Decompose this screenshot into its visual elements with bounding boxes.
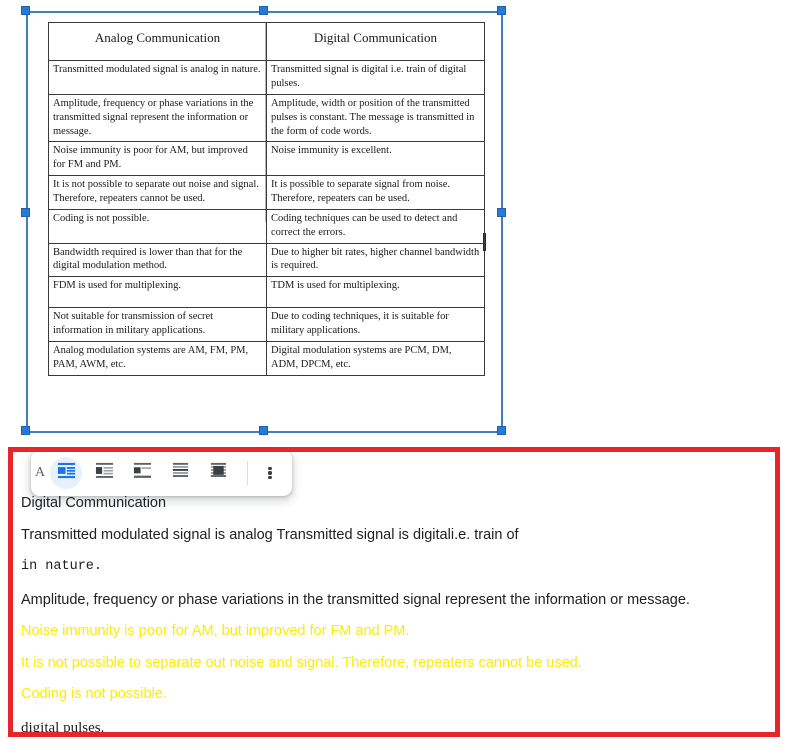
selection-handle-middle-left[interactable] [21, 208, 30, 217]
comparison-table: Analog Communication Digital Communicati… [48, 21, 485, 376]
table-cell-digital: Coding techniques can be used to detect … [266, 208, 485, 244]
extracted-text-panel: A Digital Communication Transmitted modu… [8, 447, 780, 737]
table-row: It is not possible to separate out noise… [48, 175, 485, 210]
more-options-button[interactable] [256, 457, 284, 489]
wrap-inline-button[interactable] [50, 457, 82, 489]
extracted-line-highlighted: It is not possible to separate out noise… [21, 654, 582, 671]
table-row: Not suitable for transmission of secret … [48, 307, 485, 342]
selection-border-right [501, 11, 503, 431]
extracted-text-list: Digital Communication Transmitted modula… [21, 495, 771, 736]
table-cell-digital: Amplitude, width or position of the tran… [266, 93, 485, 143]
selection-handle-top-right[interactable] [497, 6, 506, 15]
extracted-line-highlighted: Coding is not possible. [21, 686, 167, 702]
in-front-of-text-button[interactable] [202, 457, 234, 489]
table-cell-analog: Bandwidth required is lower than that fo… [48, 242, 267, 278]
table-cell-digital: Due to higher bit rates, higher channel … [266, 242, 485, 278]
extracted-line: Amplitude, frequency or phase variations… [21, 591, 690, 608]
table-cell-analog: Transmitted modulated signal is analog i… [48, 60, 267, 95]
extracted-line: Digital Communication [21, 495, 167, 511]
column-header-analog: Analog Communication [48, 21, 267, 62]
table-row: FDM is used for multiplexing. TDM is use… [48, 276, 485, 309]
table-row: Transmitted modulated signal is analog i… [48, 60, 485, 95]
table-cell-analog: Noise immunity is poor for AM, but impro… [48, 141, 267, 177]
table-cell-digital: It is possible to separate signal from n… [266, 175, 485, 210]
table-row: Analog modulation systems are AM, FM, PM… [48, 340, 485, 376]
break-text-button[interactable] [126, 457, 158, 489]
table-row: Noise immunity is poor for AM, but impro… [48, 141, 485, 177]
in-line-icon [57, 461, 76, 485]
selection-border-left [26, 11, 28, 431]
wrap-text-icon [95, 461, 114, 485]
toolbar-divider [247, 461, 248, 485]
table-cell-analog: It is not possible to separate out noise… [48, 175, 267, 210]
more-vertical-icon [268, 465, 272, 481]
table-cell-analog: FDM is used for multiplexing. [48, 276, 267, 309]
selection-handle-bottom-left[interactable] [21, 426, 30, 435]
wrap-text-button[interactable] [88, 457, 120, 489]
table-header-row: Analog Communication Digital Communicati… [48, 21, 485, 62]
extracted-line: in nature. [21, 559, 103, 574]
table-cell-digital: Noise immunity is excellent. [266, 141, 485, 177]
table-row: Bandwidth required is lower than that fo… [48, 242, 485, 278]
table-cell-digital: Due to coding techniques, it is suitable… [266, 307, 485, 342]
selection-handle-top-left[interactable] [21, 6, 30, 15]
behind-text-icon [171, 461, 190, 485]
table-cell-digital: Transmitted signal is digital i.e. train… [266, 60, 485, 95]
selection-handle-bottom-center[interactable] [259, 426, 268, 435]
in-front-of-text-icon [209, 461, 228, 485]
extracted-line-highlighted: Noise immunity is poor for AM, but impro… [21, 623, 410, 639]
column-header-digital: Digital Communication [266, 21, 485, 62]
clipped-text-label: A [35, 465, 45, 480]
image-options-toolbar[interactable]: A [31, 452, 292, 496]
table-cell-digital: Digital modulation systems are PCM, DM, … [266, 340, 485, 376]
break-text-icon [133, 461, 152, 485]
table-cell-digital: TDM is used for multiplexing. [266, 276, 485, 309]
behind-text-button[interactable] [164, 457, 196, 489]
table-row: Coding is not possible. Coding technique… [48, 208, 485, 244]
selection-handle-top-center[interactable] [259, 6, 268, 15]
selection-handle-middle-right[interactable] [497, 208, 506, 217]
document-image-area[interactable]: Analog Communication Digital Communicati… [0, 0, 791, 440]
extracted-line: Transmitted modulated signal is analog T… [21, 526, 519, 543]
selection-handle-bottom-right[interactable] [497, 426, 506, 435]
table-cell-analog: Coding is not possible. [48, 208, 267, 244]
table-row: Amplitude, frequency or phase variations… [48, 93, 485, 143]
extracted-line: digital pulses. [21, 719, 105, 736]
table-cell-analog: Amplitude, frequency or phase variations… [48, 93, 267, 143]
table-cell-analog: Not suitable for transmission of secret … [48, 307, 267, 342]
table-cell-analog: Analog modulation systems are AM, FM, PM… [48, 340, 267, 376]
